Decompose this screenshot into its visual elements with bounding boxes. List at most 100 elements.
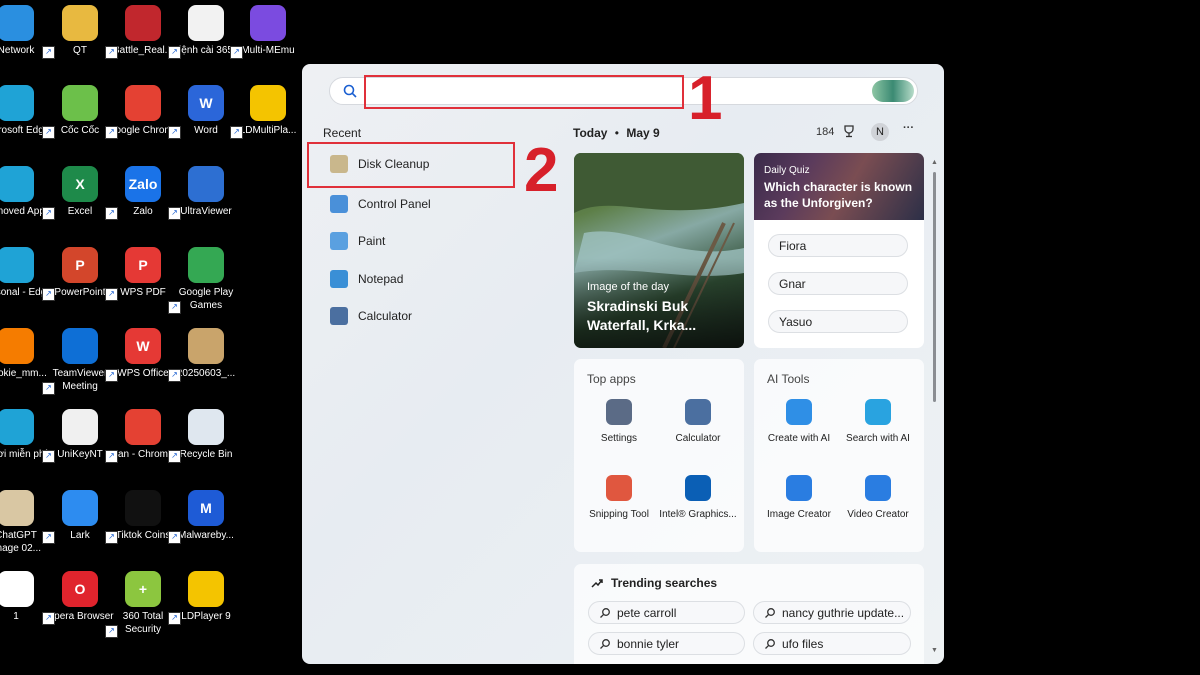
shortcut-arrow-icon: ↗ bbox=[42, 450, 55, 463]
search-highlight-image[interactable] bbox=[872, 80, 914, 102]
malwareby-icon: M bbox=[188, 490, 224, 526]
app-label: Snipping Tool bbox=[589, 509, 649, 520]
desktop: ↗Network↗QT↗Battle_Real...↗lệnh cài 365↗… bbox=[0, 0, 300, 675]
wps-office-icon: W bbox=[125, 328, 161, 364]
unikeynt-icon bbox=[62, 409, 98, 445]
trending-search-chip[interactable]: nancy guthrie update... bbox=[753, 601, 911, 624]
shortcut-arrow-icon: ↗ bbox=[42, 531, 55, 544]
search-icon bbox=[600, 608, 610, 618]
shortcut-arrow-icon: ↗ bbox=[168, 301, 181, 314]
scroll-up-arrow[interactable]: ▲ bbox=[931, 159, 938, 166]
trending-searches-card: Trending searches pete carroll nancy guth… bbox=[574, 564, 924, 664]
lark-icon bbox=[62, 490, 98, 526]
app-create-with-ai[interactable]: Create with AI bbox=[759, 399, 839, 445]
trending-search-text: nancy guthrie update... bbox=[782, 606, 905, 620]
video-creator-icon bbox=[865, 475, 891, 501]
create-with-ai-icon bbox=[786, 399, 812, 425]
app-video-creator[interactable]: Video Creator bbox=[838, 475, 918, 521]
recent-title: Recent bbox=[323, 126, 362, 140]
desktop-icon-360-total-security[interactable]: + ↗ 360 Total Security bbox=[105, 571, 179, 638]
recent-item-label: Notepad bbox=[358, 272, 404, 286]
desktop-icon-multi-memu[interactable]: ↗ Multi-MEmu bbox=[230, 5, 304, 59]
app-settings[interactable]: Settings bbox=[579, 399, 659, 445]
app-search-with-ai[interactable]: Search with AI bbox=[838, 399, 918, 445]
battle-real-icon bbox=[125, 5, 161, 41]
app-snipping-tool[interactable]: Snipping Tool bbox=[579, 475, 659, 521]
recent-item-control-panel[interactable]: Control Panel bbox=[322, 189, 508, 219]
cookie-mm-icon bbox=[0, 328, 34, 364]
app-calculator[interactable]: Calculator bbox=[658, 399, 738, 445]
control-panel-icon bbox=[330, 195, 348, 213]
trending-search-chip[interactable]: ufo files bbox=[753, 632, 911, 655]
shortcut-arrow-icon: ↗ bbox=[105, 46, 118, 59]
recycle-bin-icon bbox=[188, 409, 224, 445]
desktop-icon-google-play-games[interactable]: ↗ Google Play Games bbox=[168, 247, 242, 314]
ldplayer-9-icon bbox=[188, 571, 224, 607]
app-label: Settings bbox=[600, 433, 638, 444]
desktop-icon-recycle-bin[interactable]: ↗ Recycle Bin bbox=[168, 409, 242, 463]
recent-item-calculator[interactable]: Calculator bbox=[322, 301, 508, 331]
desktop-icon-opera-browser[interactable]: O ↗ Opera Browser bbox=[42, 571, 116, 625]
trophy-icon[interactable] bbox=[842, 124, 856, 138]
shortcut-arrow-icon: ↗ bbox=[42, 46, 55, 59]
image-creator-icon bbox=[786, 475, 812, 501]
excel-icon: X bbox=[62, 166, 98, 202]
search-icon bbox=[343, 84, 357, 98]
rewards-points[interactable]: 184 bbox=[816, 126, 834, 138]
annotation-number-2: 2 bbox=[524, 136, 559, 205]
recent-item-paint[interactable]: Paint bbox=[322, 226, 508, 256]
word-icon: W bbox=[188, 85, 224, 121]
desktop-icon-ldmultipla[interactable]: ↗ LDMultiPla... bbox=[230, 85, 304, 139]
network-icon bbox=[0, 5, 34, 41]
powerpoint-icon: P bbox=[62, 247, 98, 283]
app-intel-graphics[interactable]: Intel® Graphics... bbox=[658, 475, 738, 521]
google-chrome-icon bbox=[125, 85, 161, 121]
desktop-icon-wps-pdf[interactable]: P ↗ WPS PDF bbox=[105, 247, 179, 301]
scroll-down-arrow[interactable]: ▼ bbox=[931, 647, 938, 654]
teamviewer-meeting-icon bbox=[62, 328, 98, 364]
more-options-button[interactable]: ··· bbox=[903, 122, 914, 134]
shortcut-arrow-icon: ↗ bbox=[105, 369, 118, 382]
top-apps-title: Top apps bbox=[587, 372, 636, 386]
app-image-creator[interactable]: Image Creator bbox=[759, 475, 839, 521]
trending-search-chip[interactable]: pete carroll bbox=[588, 601, 745, 624]
start-search-panel: 1 Recent Disk Cleanup Control Panel Paint N… bbox=[302, 64, 944, 664]
shortcut-arrow-icon: ↗ bbox=[168, 450, 181, 463]
account-avatar[interactable]: N bbox=[871, 123, 889, 141]
today-header: Today • May 9 bbox=[573, 126, 660, 140]
search-with-ai-icon bbox=[865, 399, 891, 425]
quiz-question: Which character is known as the Unforgiv… bbox=[764, 180, 913, 210]
quiz-option-1[interactable]: Fiora bbox=[768, 234, 908, 257]
recent-item-label: Paint bbox=[358, 234, 386, 248]
recent-item-notepad[interactable]: Notepad bbox=[322, 264, 508, 294]
trending-search-chip[interactable]: bonnie tyler bbox=[588, 632, 745, 655]
annotation-box-disk-cleanup bbox=[307, 142, 515, 188]
search-icon bbox=[765, 608, 775, 618]
scrollbar-thumb[interactable] bbox=[933, 172, 936, 402]
desktop-icon-teamviewer-meeting[interactable]: ↗ TeamViewer Meeting bbox=[42, 328, 116, 395]
image-of-the-day-card[interactable]: Image of the day Skradinski Buk Waterfal… bbox=[574, 153, 744, 348]
desktop-icon-ultraviewer[interactable]: ↗ UltraViewer bbox=[168, 166, 242, 220]
quiz-option-3[interactable]: Yasuo bbox=[768, 310, 908, 333]
app-label: Intel® Graphics... bbox=[659, 509, 737, 520]
search-icon bbox=[600, 639, 610, 649]
intel-graphics-icon bbox=[685, 475, 711, 501]
desktop-icon-20250603[interactable]: ↗ 20250603_... bbox=[168, 328, 242, 382]
20250603-icon bbox=[188, 328, 224, 364]
search-icon bbox=[765, 639, 775, 649]
desktop-icon-malwareby[interactable]: M ↗ Malwareby... bbox=[168, 490, 242, 544]
app-label: Create with AI bbox=[767, 433, 831, 444]
paint-icon bbox=[330, 232, 348, 250]
trending-search-text: pete carroll bbox=[617, 606, 677, 620]
ultraviewer-icon bbox=[188, 166, 224, 202]
shortcut-arrow-icon: ↗ bbox=[230, 126, 243, 139]
today-date: May 9 bbox=[626, 126, 660, 140]
app-label: Search with AI bbox=[846, 433, 910, 444]
quiz-option-2[interactable]: Gnar bbox=[768, 272, 908, 295]
shortcut-arrow-icon: ↗ bbox=[105, 288, 118, 301]
trend-arrow-icon bbox=[591, 579, 603, 588]
shortcut-arrow-icon: ↗ bbox=[105, 450, 118, 463]
shortcut-arrow-icon: ↗ bbox=[42, 207, 55, 220]
desktop-icon-ldplayer-9[interactable]: ↗ LDPlayer 9 bbox=[168, 571, 242, 625]
shortcut-arrow-icon: ↗ bbox=[168, 126, 181, 139]
